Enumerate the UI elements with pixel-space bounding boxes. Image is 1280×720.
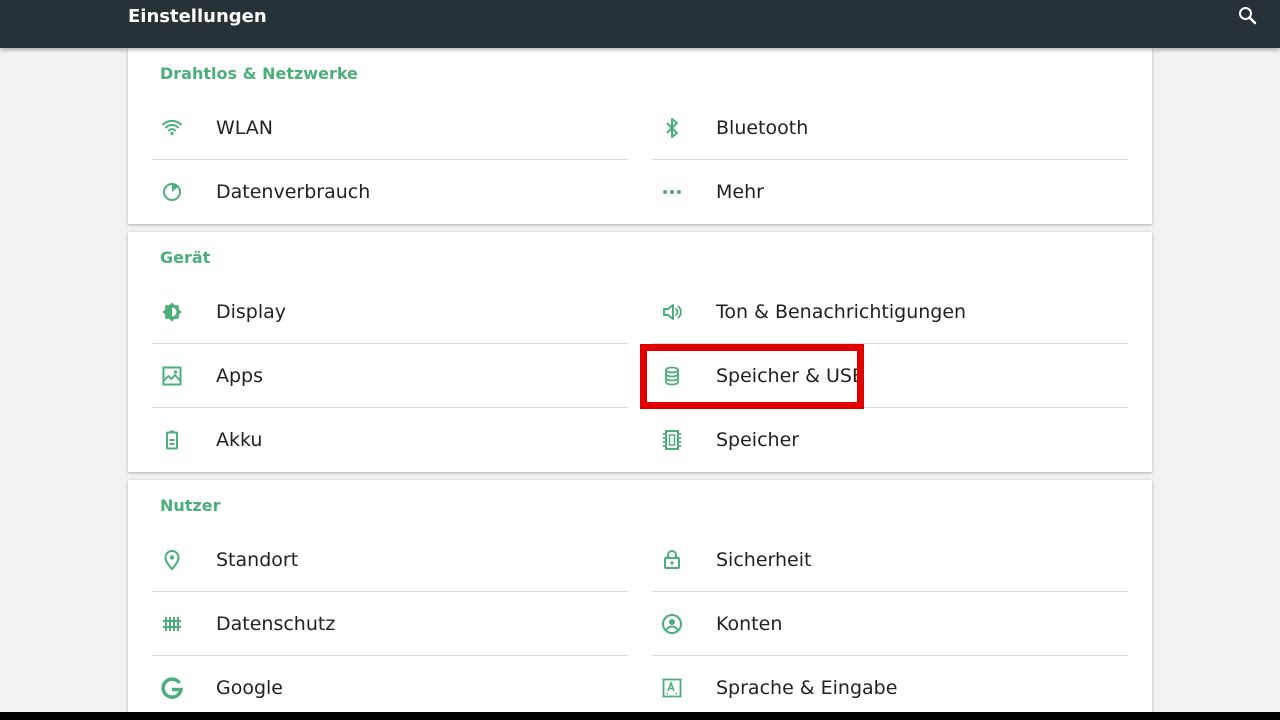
settings-item-label: Standort [216,549,299,571]
section-card-user: Nutzer Standort Sicherheit Datenschutz K… [128,480,1152,720]
settings-item-label: Sicherheit [716,549,812,571]
settings-item-display[interactable]: Display [152,280,628,344]
settings-item-privacy[interactable]: Datenschutz [152,592,628,656]
settings-item-label: Ton & Benachrichtigungen [716,301,967,323]
data-usage-icon [160,180,184,204]
battery-icon [160,428,184,452]
settings-item-google[interactable]: Google [152,656,628,720]
lock-icon [660,548,684,572]
settings-item-bluetooth[interactable]: Bluetooth [652,96,1128,160]
settings-item-more[interactable]: Mehr [652,160,1128,224]
settings-item-language[interactable]: Sprache & Eingabe [652,656,1128,720]
account-icon [660,612,684,636]
settings-item-label: Akku [216,429,263,451]
bottom-bar [0,712,1280,720]
settings-item-label: Datenschutz [216,613,336,635]
bluetooth-icon [660,116,684,140]
search-icon[interactable] [1236,4,1260,28]
settings-item-label: Google [216,677,284,699]
settings-item-storage-usb[interactable]: Speicher & USB [652,344,1128,408]
settings-item-location[interactable]: Standort [152,528,628,592]
settings-item-label: Sprache & Eingabe [716,677,898,699]
settings-item-wlan[interactable]: WLAN [152,96,628,160]
privacy-icon [160,612,184,636]
settings-item-label: Konten [716,613,783,635]
wifi-icon [160,116,184,140]
settings-item-sound[interactable]: Ton & Benachrichtigungen [652,280,1128,344]
settings-item-label: Apps [216,365,264,387]
settings-item-accounts[interactable]: Konten [652,592,1128,656]
settings-item-label: Speicher & USB [716,365,865,387]
google-icon [160,676,184,700]
section-card-wireless: Drahtlos & Netzwerke WLAN Bluetooth Date… [128,48,1152,224]
location-icon [160,548,184,572]
apps-icon [160,364,184,388]
language-icon [660,676,684,700]
storage-icon [660,364,684,388]
brightness-icon [160,300,184,324]
section-title: Nutzer [160,496,221,515]
app-bar: Einstellungen [0,0,1280,48]
settings-item-security[interactable]: Sicherheit [652,528,1128,592]
more-horiz-icon [660,180,684,204]
section-card-device: Gerät Display Ton & Benachrichtigungen A… [128,232,1152,472]
settings-item-label: Display [216,301,287,323]
volume-icon [660,300,684,324]
settings-item-label: WLAN [216,117,274,139]
section-title: Gerät [160,248,211,267]
settings-item-label: Datenverbrauch [216,181,371,203]
settings-item-label: Mehr [716,181,764,203]
settings-item-label: Bluetooth [716,117,809,139]
settings-item-data-usage[interactable]: Datenverbrauch [152,160,628,224]
settings-item-label: Speicher [716,429,800,451]
section-title: Drahtlos & Netzwerke [160,64,358,83]
settings-item-apps[interactable]: Apps [152,344,628,408]
memory-icon [660,428,684,452]
settings-item-memory[interactable]: Speicher [652,408,1128,472]
page-title: Einstellungen [128,6,267,27]
settings-item-battery[interactable]: Akku [152,408,628,472]
